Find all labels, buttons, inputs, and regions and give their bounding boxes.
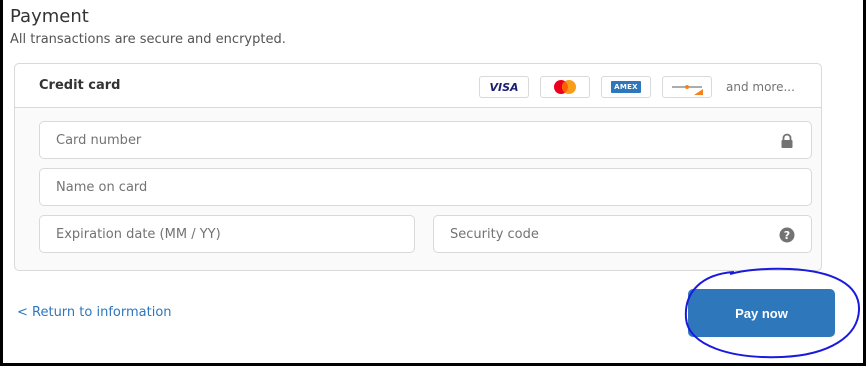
name-on-card-placeholder: Name on card [56,180,148,195]
section-title: Payment [10,6,89,27]
generic-card-logo [662,76,712,98]
credit-card-label: Credit card [39,78,121,93]
lock-icon [781,133,793,148]
security-code-placeholder: Security code [450,227,539,242]
pay-now-button[interactable]: Pay now [688,289,835,337]
amex-logo: AMEX [601,76,651,98]
return-to-information-link[interactable]: < Return to information [17,305,172,320]
expiration-date-placeholder: Expiration date (MM / YY) [56,227,221,242]
card-brand-icon [672,85,703,95]
help-icon[interactable]: ? [779,227,795,243]
security-code-field[interactable]: Security code ? [433,215,812,253]
name-on-card-field[interactable]: Name on card [39,168,812,206]
credit-card-header[interactable]: Credit card VISA AMEX and more... [15,64,821,108]
section-subtitle: All transactions are secure and encrypte… [10,32,286,47]
more-brands-text: and more... [726,80,795,94]
credit-card-panel: Credit card VISA AMEX and more... Card n… [14,63,822,271]
visa-logo: VISA [479,76,529,98]
expiration-date-field[interactable]: Expiration date (MM / YY) [39,215,415,253]
card-number-placeholder: Card number [56,133,142,148]
svg-text:?: ? [784,229,790,242]
visa-text: VISA [489,80,519,94]
mastercard-logo [540,76,590,98]
card-number-field[interactable]: Card number [39,121,812,159]
mastercard-icon [554,80,576,94]
amex-text: AMEX [611,81,641,93]
